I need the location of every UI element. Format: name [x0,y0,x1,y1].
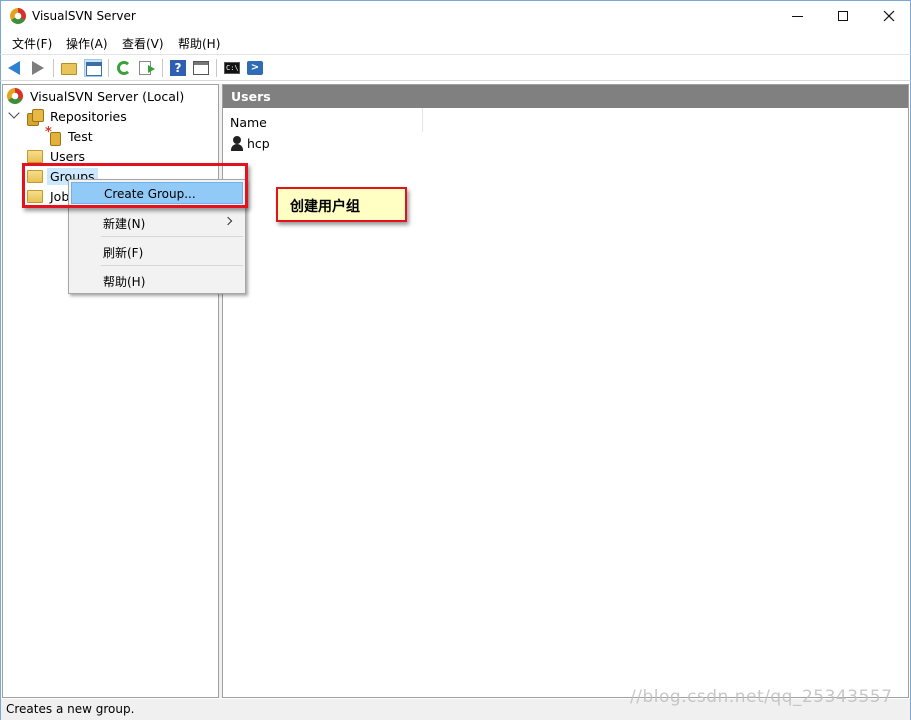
annotation-callout: 创建用户组 [276,187,407,222]
toolbar-separator [216,59,217,77]
toolbar-separator [53,59,54,77]
menu-action[interactable]: 操作(A) [66,35,108,52]
column-header-name[interactable]: Name [223,108,423,132]
pane-header-title: Users [223,85,908,108]
repositories-icon [27,108,44,126]
forward-arrow-icon [32,61,44,75]
refresh-button[interactable] [115,59,133,77]
tree-item-repositories[interactable]: Repositories [27,107,130,126]
export-list-icon [139,61,155,75]
refresh-icon [117,61,131,75]
tree-item-label: Repositories [50,108,127,124]
toolbar-separator [108,59,109,77]
tree-item-label: Users [50,148,86,164]
window-title: VisualSVN Server [32,9,136,23]
list-item[interactable]: hcp [230,136,270,151]
minimize-button[interactable] [774,1,820,31]
show-hide-tree-icon [86,62,102,76]
chevron-down-icon[interactable] [8,107,20,119]
properties-icon [193,61,209,75]
menu-view[interactable]: 查看(V) [122,35,164,52]
repository-icon [45,125,61,146]
toolbar: ? C:\ > [0,54,911,81]
forward-button[interactable] [28,59,46,77]
maximize-button[interactable] [820,1,866,31]
tree-item-repo-test[interactable]: Test [45,125,96,146]
menu-separator [101,236,243,237]
tree-item-label: VisualSVN Server (Local) [30,88,185,104]
visualsvn-logo-icon [10,8,26,24]
powershell-icon: > [247,61,263,75]
command-prompt-button[interactable]: C:\ [223,59,241,77]
close-icon [883,10,895,22]
close-button[interactable] [866,1,911,31]
folder-icon [27,149,43,163]
back-arrow-icon [8,61,20,75]
context-menu-help[interactable]: 帮助(H) [71,269,243,291]
show-hide-tree-button[interactable] [84,59,102,77]
properties-button[interactable] [192,59,210,77]
title-bar: VisualSVN Server [0,0,911,31]
menu-bar: 文件(F) 操作(A) 查看(V) 帮助(H) [0,31,911,54]
annotation-highlight-box [22,163,248,208]
context-menu-label: 新建(N) [103,217,146,231]
minimize-icon [791,15,803,17]
menu-separator [101,265,243,266]
help-icon: ? [170,60,186,76]
tree-item-server[interactable]: VisualSVN Server (Local) [7,87,187,105]
back-button[interactable] [6,59,24,77]
user-icon [230,136,244,151]
visualsvn-server-icon [7,88,23,104]
help-button[interactable]: ? [169,59,187,77]
tree-item-label: Test [68,128,93,144]
toolbar-separator [162,59,163,77]
menu-help[interactable]: 帮助(H) [178,35,220,52]
command-prompt-icon: C:\ [224,62,240,74]
up-one-level-button[interactable] [60,59,78,77]
maximize-icon [838,11,848,21]
menu-file[interactable]: 文件(F) [12,35,52,52]
results-pane: Users Name hcp [222,84,909,698]
context-menu-refresh[interactable]: 刷新(F) [71,240,243,262]
watermark: //blog.csdn.net/qq_25343557 [630,687,893,707]
user-name: hcp [247,136,270,151]
up-folder-icon [61,63,77,75]
powershell-button[interactable]: > [246,59,264,77]
chevron-right-icon [223,216,233,226]
context-menu-new[interactable]: 新建(N) [71,211,243,233]
export-list-button[interactable] [138,59,156,77]
